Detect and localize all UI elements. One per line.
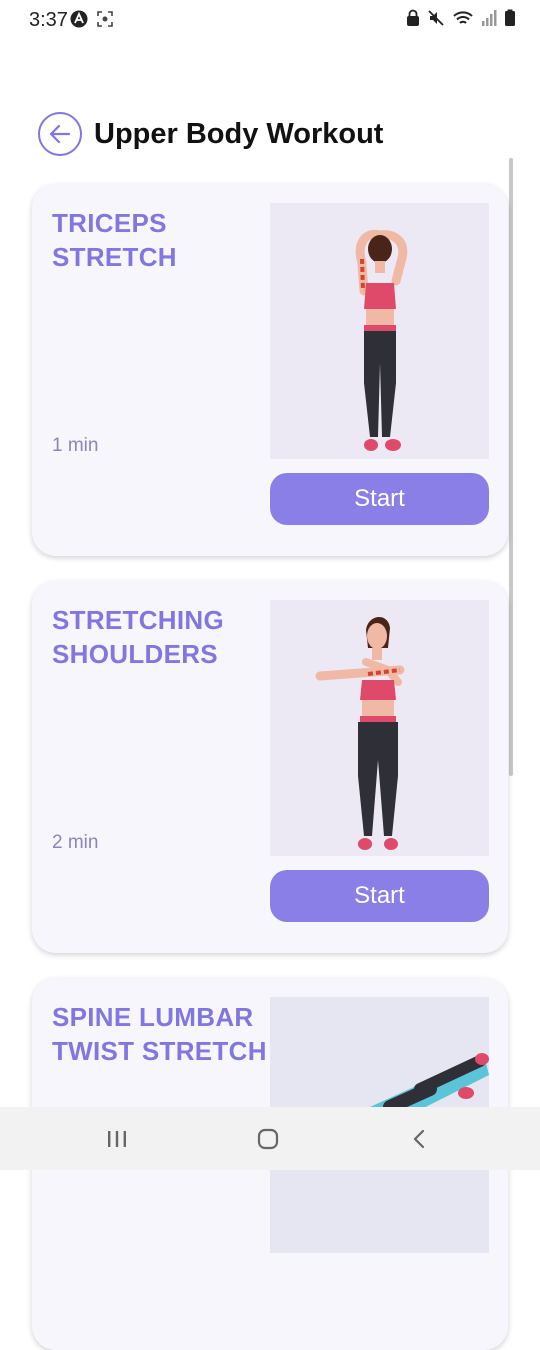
exercise-card-triceps-stretch[interactable]: TRICEPS STRETCH 1 min Start	[32, 184, 508, 556]
recents-button[interactable]	[97, 1125, 137, 1153]
exercise-title: TRICEPS STRETCH	[52, 208, 177, 272]
home-icon	[257, 1128, 279, 1150]
arrow-left-icon	[49, 124, 71, 144]
triceps-stretch-figure	[355, 229, 408, 451]
chevron-left-icon	[413, 1129, 425, 1149]
exercise-illustration	[270, 203, 489, 459]
battery-icon	[505, 9, 515, 26]
home-button[interactable]	[248, 1125, 288, 1153]
shoulder-stretch-figure	[315, 616, 405, 850]
exercise-illustration	[270, 600, 489, 856]
screenshot-icon	[97, 11, 113, 27]
page-title: Upper Body Workout	[94, 118, 384, 150]
signal-icon	[482, 10, 497, 26]
status-bar: 3:37	[0, 0, 540, 40]
start-button[interactable]: Start	[270, 870, 489, 922]
back-button[interactable]	[38, 112, 82, 156]
mute-icon	[428, 10, 444, 26]
status-time: 3:37	[29, 9, 68, 31]
exercise-duration: 2 min	[52, 832, 99, 853]
start-button[interactable]: Start	[270, 473, 489, 525]
app-notification-icon	[70, 10, 88, 28]
wifi-icon	[453, 11, 473, 24]
scrollbar[interactable]	[509, 158, 513, 776]
system-navigation-bar	[0, 1107, 540, 1170]
page-header: Upper Body Workout	[0, 100, 540, 170]
exercise-card-stretching-shoulders[interactable]: STRETCHING SHOULDERS 2 min Start	[32, 581, 508, 953]
recents-icon	[108, 1131, 126, 1147]
nav-back-button[interactable]	[399, 1125, 439, 1153]
lock-icon	[407, 9, 419, 26]
exercise-title: SPINE LUMBAR TWIST STRETCH	[52, 1002, 267, 1066]
exercise-duration: 1 min	[52, 435, 99, 456]
exercise-title: STRETCHING SHOULDERS	[52, 605, 224, 669]
